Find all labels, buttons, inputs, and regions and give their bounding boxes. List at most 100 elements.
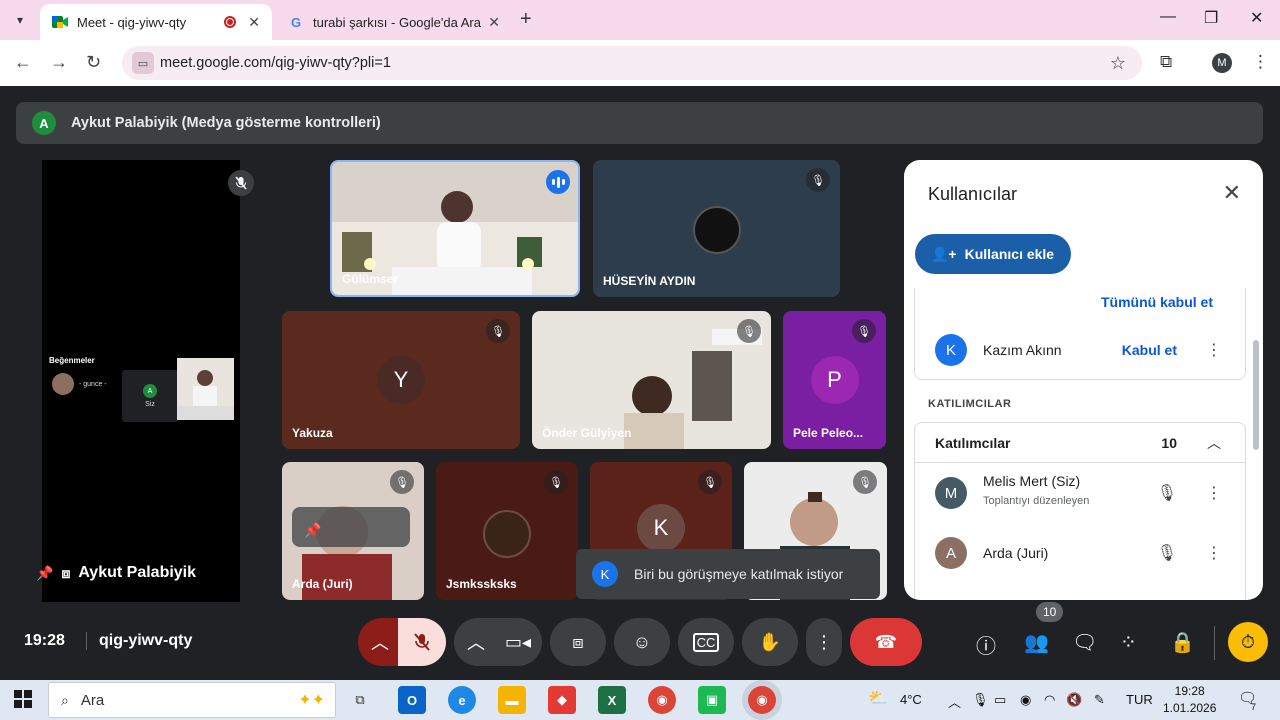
task-view-icon[interactable]: ⧉ (346, 686, 374, 714)
participant-name: Arda (Juri) (983, 545, 1049, 561)
new-tab-icon[interactable]: + (520, 8, 532, 31)
presenter-bar[interactable]: A Aykut Palabiyik (Medya gösterme kontro… (16, 102, 1263, 144)
info-icon[interactable]: ⓘ (976, 630, 996, 659)
people-icon[interactable]: 👥 (1024, 630, 1049, 655)
restore-icon[interactable]: ❐ (1204, 8, 1218, 28)
site-info-icon[interactable]: ▭ (132, 52, 154, 74)
excel-icon[interactable]: X (598, 686, 626, 714)
chevron-up-icon: ︿ (467, 633, 485, 653)
more-options-icon[interactable]: ⋮ (1206, 483, 1222, 503)
participant-tile[interactable]: Gülümser (330, 160, 580, 297)
extensions-icon[interactable]: ⧉ (1160, 52, 1172, 72)
edge-icon[interactable]: e (448, 686, 476, 714)
waiting-avatar: K (935, 334, 967, 366)
camera-toggle[interactable]: ▭◂ (494, 618, 542, 666)
host-controls-icon[interactable]: 🔒 (1170, 630, 1195, 655)
tab-meet[interactable]: Meet - qig-yiwv-qty ✕ (40, 4, 272, 40)
more-options-icon[interactable]: ⋮ (1206, 543, 1222, 563)
microphone-toggle[interactable] (398, 618, 446, 666)
taskbar-clock[interactable]: 19:28 1.01.2026 (1163, 683, 1216, 717)
forward-icon[interactable]: → (50, 52, 68, 73)
search-placeholder: Ara (80, 691, 105, 709)
close-window-icon[interactable]: ✕ (1250, 8, 1263, 28)
bookmark-star-icon[interactable]: ☆ (1110, 53, 1126, 74)
hand-icon: ✋ (758, 631, 782, 652)
timer-icon[interactable]: ⏱ (1228, 622, 1268, 662)
people-count-badge: 10 (1036, 602, 1064, 622)
leave-call-button[interactable]: ☎ (850, 618, 922, 666)
mic-off-icon: 🎙 (1156, 485, 1177, 502)
captions-icon: CC (692, 632, 720, 652)
more-options-button[interactable]: ⋮ (806, 618, 842, 666)
weather-icon[interactable]: ⛅ (868, 688, 888, 708)
participant-tile[interactable]: 🎙 Jsmkssksks (436, 462, 578, 600)
pin-icon[interactable]: 📌 (304, 522, 321, 539)
minimize-icon[interactable]: — (1160, 8, 1176, 26)
scrollbar[interactable] (1253, 340, 1259, 450)
back-icon[interactable]: ← (14, 52, 32, 73)
chevron-up-icon: ︿ (371, 633, 389, 653)
search-icon: ⌕ (61, 691, 69, 708)
weather-temp: 4°C (900, 692, 922, 707)
participant-tile[interactable]: 🎙 📌 Arda (Juri) (282, 462, 424, 600)
pen-icon[interactable]: ✎ (1094, 692, 1105, 708)
anydesk-icon[interactable]: ◆ (548, 686, 576, 714)
admit-button[interactable]: Kabul et (1122, 342, 1177, 358)
pin-icon[interactable]: 📌 (36, 565, 53, 582)
captions-button[interactable]: CC (678, 618, 734, 666)
video-options-button[interactable]: ︿ (454, 618, 498, 666)
chrome-icon[interactable]: ◉ (648, 686, 676, 714)
app-icon[interactable]: ▣ (698, 686, 726, 714)
mic-off-icon: 🎙 (544, 470, 568, 494)
tab-google-search[interactable]: G turabi şarkısı - Google'da Ara ✕ (276, 4, 512, 40)
microphone-tray-icon[interactable]: 🎙 (972, 692, 989, 708)
mic-off-icon (414, 633, 430, 651)
outlook-icon[interactable]: O (398, 686, 426, 714)
screen-share-name: 📌 ⧈ Aykut Palabiyik (36, 564, 196, 582)
more-options-icon[interactable]: ⋮ (1206, 340, 1222, 360)
chrome-profile-icon[interactable]: ◉ (748, 686, 776, 714)
windows-start-icon[interactable] (14, 690, 32, 708)
profile-avatar[interactable]: M (1212, 53, 1232, 73)
activities-icon[interactable]: ⁘ (1120, 630, 1137, 655)
audio-options-button[interactable]: ︿ (358, 618, 402, 666)
participants-count: 10 (1161, 435, 1177, 451)
participant-tile[interactable]: 🎙 HÜSEYİN AYDIN (593, 160, 840, 297)
section-label: KATILIMCILAR (928, 398, 1012, 410)
participant-tile[interactable]: P 🎙 Pele Peleo... (783, 311, 886, 449)
camera-icon: ▭◂ (504, 631, 532, 652)
close-tab-icon[interactable]: ✕ (488, 14, 500, 31)
chat-icon[interactable]: 🗨 (1072, 630, 1097, 655)
wifi-icon[interactable]: ◠ (1044, 692, 1055, 708)
file-explorer-icon[interactable]: ▬ (498, 686, 526, 714)
presenter-avatar: A (32, 111, 56, 135)
mic-off-icon: 🎙 (390, 470, 414, 494)
display-icon[interactable]: ▭ (994, 692, 1006, 708)
address-bar[interactable]: ▭ meet.google.com/qig-yiwv-qty?pli=1 ☆ (122, 46, 1142, 80)
participant-tile[interactable]: Y 🎙 Yakuza (282, 311, 520, 449)
add-people-button[interactable]: 👤+ Kullanıcı ekle (915, 234, 1071, 274)
accept-all-button[interactable]: Tümünü kabul et (1101, 294, 1213, 310)
control-bar: 19:28 qig-yiwv-qty ︿ ︿ ▭◂ ⧈ ☺ CC ✋ ⋮ ☎ ⓘ… (0, 602, 1280, 680)
close-tab-icon[interactable]: ✕ (248, 14, 260, 31)
camera-tray-icon[interactable]: ◉ (1020, 692, 1031, 708)
taskbar-search[interactable]: ⌕ Ara ✦✦ (48, 682, 336, 718)
reactions-button[interactable]: ☺ (614, 618, 670, 666)
google-favicon-icon: G (290, 14, 302, 30)
participant-avatar: M (935, 477, 967, 509)
participants-header[interactable]: Katılımcılar 10 ︿ (915, 423, 1245, 463)
tab-search-dropdown[interactable]: ▾ (8, 8, 32, 32)
mic-off-icon: 🎙 (852, 319, 876, 343)
meet-stage: A Aykut Palabiyik (Medya gösterme kontro… (0, 86, 1280, 680)
present-button[interactable]: ⧈ (550, 618, 606, 666)
volume-muted-icon[interactable]: 🔇 (1066, 692, 1082, 708)
chevron-up-icon[interactable]: ︿ (1207, 433, 1221, 453)
menu-kebab-icon[interactable]: ⋮ (1252, 52, 1269, 72)
chevron-up-icon[interactable]: ︿ (948, 692, 961, 711)
close-panel-icon[interactable]: ✕ (1223, 180, 1241, 206)
participant-tile[interactable]: 🎙 Önder Gülyiyen (532, 311, 771, 449)
join-request-toast[interactable]: K Biri bu görüşmeye katılmak istiyor (576, 549, 880, 599)
reload-icon[interactable]: ↻ (86, 52, 101, 73)
raise-hand-button[interactable]: ✋ (742, 618, 798, 666)
input-language[interactable]: TUR (1126, 692, 1153, 707)
